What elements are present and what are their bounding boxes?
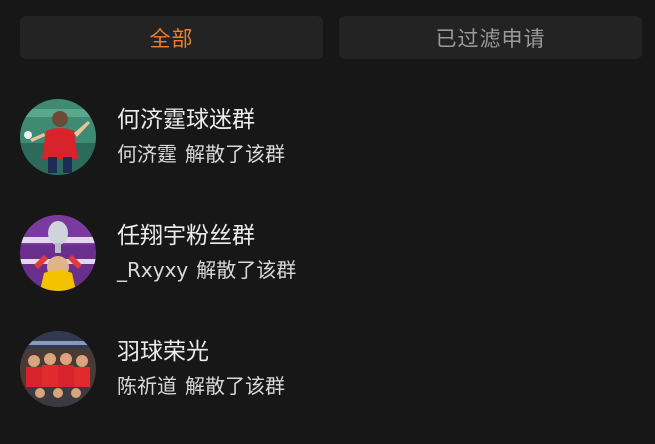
group-name: 任翔宇粉丝群 xyxy=(117,223,255,249)
group-name: 羽球荣光 xyxy=(117,339,209,365)
actor-name: 陈祈道 xyxy=(117,374,177,398)
tab-all[interactable]: 全部 xyxy=(20,16,323,59)
player-photo-avatar-icon xyxy=(20,99,96,175)
group-avatar xyxy=(20,331,96,407)
team-photo-avatar-icon xyxy=(20,331,96,407)
list-item[interactable]: 羽球荣光 陈祈道 解散了该群 xyxy=(0,328,655,444)
group-status: 陈祈道 解散了该群 xyxy=(117,370,285,399)
action-text: 解散了该群 xyxy=(196,258,297,282)
filter-tabs: 全部 已过滤申请 xyxy=(20,16,642,59)
action-text: 解散了该群 xyxy=(185,374,285,398)
list-item[interactable]: 任翔宇粉丝群 _Rxyxy 解散了该群 xyxy=(0,212,655,328)
group-notification-list: 何济霆球迷群 何济霆 解散了该群 任翔宇粉丝群 _Rxyxy 解散了该群 羽球荣… xyxy=(0,96,655,444)
trophy-photo-avatar-icon xyxy=(20,215,96,291)
actor-name: _Rxyxy xyxy=(117,258,189,282)
group-name: 何济霆球迷群 xyxy=(117,107,255,133)
actor-name: 何济霆 xyxy=(117,142,177,166)
group-status: 何济霆 解散了该群 xyxy=(117,138,285,167)
group-avatar xyxy=(20,215,96,291)
tab-filtered-requests[interactable]: 已过滤申请 xyxy=(339,16,642,59)
action-text: 解散了该群 xyxy=(185,142,285,166)
group-avatar xyxy=(20,99,96,175)
group-status: _Rxyxy 解散了该群 xyxy=(117,254,296,283)
list-item[interactable]: 何济霆球迷群 何济霆 解散了该群 xyxy=(0,96,655,212)
